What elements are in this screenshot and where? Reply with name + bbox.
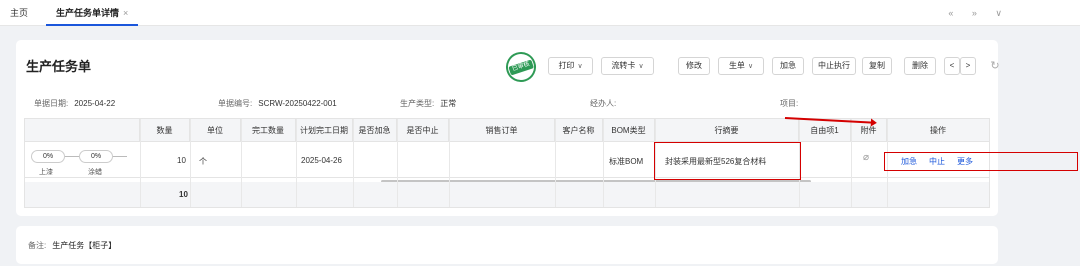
column-divider	[241, 119, 242, 207]
attachment-icon[interactable]: ⌀	[863, 152, 869, 163]
info-type: 生产类型: 正常	[400, 98, 456, 109]
header-qty: 数量	[140, 119, 190, 142]
chevron-down-icon: ∨	[638, 63, 644, 70]
column-divider	[190, 119, 191, 207]
tab-bar: 主页 生产任务单详情 × « » ∨	[0, 0, 1080, 26]
detail-table: 数量 单位 完工数量 计划完工日期 是否加急 是否中止 销售订单 客户名称 BO…	[24, 118, 990, 208]
chevron-down-icon: ∨	[577, 63, 583, 70]
cell-unit: 个	[199, 157, 207, 166]
header-actions: 操作	[930, 126, 946, 135]
header-urgent: 是否加急	[353, 119, 397, 142]
remark: 备注: 生产任务【柜子】	[28, 240, 116, 251]
stop-exec-button[interactable]: 中止执行	[812, 57, 856, 75]
info-project: 项目:	[780, 98, 804, 109]
close-icon[interactable]: ×	[123, 8, 128, 18]
actions-highlight-box: 加急 中止 更多	[884, 152, 1078, 171]
header-bom-type: BOM类型	[603, 119, 655, 142]
summary-highlight-box	[654, 142, 801, 180]
progress-label-1: 上漆	[39, 169, 53, 176]
info-number: 单据编号: SCRW-20250422-001	[218, 98, 337, 109]
row-urgent-link[interactable]: 加急	[901, 156, 917, 167]
header-sales-order: 销售订单	[449, 119, 555, 142]
date-label: 单据日期:	[34, 99, 69, 108]
generate-label: 生单	[728, 61, 745, 70]
prev-button[interactable]: <	[944, 57, 960, 75]
scroll-left-icon[interactable]: «	[948, 8, 953, 18]
row-stop-link[interactable]: 中止	[929, 156, 945, 167]
header-stopped: 是否中止	[397, 119, 449, 142]
table-footer: 10	[25, 182, 989, 207]
handler-label: 经办人:	[590, 99, 617, 108]
header-unit: 单位	[190, 119, 241, 142]
chevron-down-icon[interactable]: ∨	[995, 8, 1002, 18]
progress-label-2: 涂蜡	[88, 169, 102, 176]
modify-button[interactable]: 修改	[678, 57, 710, 75]
flow-card-label: 流转卡	[611, 61, 636, 70]
column-divider	[449, 119, 450, 207]
print-label: 打印	[558, 61, 575, 70]
refresh-icon[interactable]: ↻	[988, 57, 1002, 75]
header-done-qty: 完工数量	[241, 119, 296, 142]
progress-connector	[65, 156, 79, 157]
progress-pill-1[interactable]: 0%	[31, 150, 65, 163]
cell-bom-type: 标准BOM	[609, 157, 644, 166]
chevron-down-icon: ∨	[747, 63, 754, 70]
project-label: 项目:	[780, 99, 799, 108]
number-label: 单据编号:	[218, 99, 253, 108]
number-value: SCRW-20250422-001	[258, 99, 337, 108]
header-plan-date: 计划完工日期	[296, 119, 353, 142]
cell-plan-date: 2025-04-26	[301, 156, 342, 165]
info-date: 单据日期: 2025-04-22	[34, 98, 115, 109]
tab-label: 生产任务单详情	[56, 8, 120, 18]
header-summary: 行摘要	[655, 119, 799, 142]
row-more-link[interactable]: 更多	[957, 156, 973, 167]
delete-button[interactable]: 删除	[904, 57, 936, 75]
column-divider	[555, 119, 556, 207]
table-header: 数量 单位 完工数量 计划完工日期 是否加急 是否中止 销售订单 客户名称 BO…	[25, 119, 989, 142]
info-handler: 经办人:	[590, 98, 622, 109]
tab-home[interactable]: 主页	[10, 0, 28, 26]
remark-label: 备注:	[28, 241, 47, 250]
header-free-item: 自由项1	[799, 119, 851, 142]
cell-qty: 10	[177, 156, 186, 165]
date-value: 2025-04-22	[74, 99, 116, 108]
page-title: 生产任务单	[26, 59, 92, 74]
column-divider	[296, 119, 297, 207]
column-divider	[397, 119, 398, 207]
progress-pill-2[interactable]: 0%	[79, 150, 113, 163]
urgent-button[interactable]: 加急	[772, 57, 804, 75]
column-divider	[603, 119, 604, 207]
column-divider	[140, 119, 141, 207]
tab-production-task-detail[interactable]: 生产任务单详情 ×	[46, 0, 139, 26]
table-row[interactable]: 0% 0% 上漆 涂蜡 10 个 2025-04-26 标准BOM 封装采用最新…	[25, 142, 989, 178]
copy-button[interactable]: 复制	[862, 57, 892, 75]
header-customer: 客户名称	[555, 119, 603, 142]
remark-value: 生产任务【柜子】	[52, 241, 117, 250]
footer-total-qty: 10	[179, 190, 188, 199]
column-divider	[353, 119, 354, 207]
main-card: 生产任务单 已审核 打印 ∨ 流转卡 ∨ 修改 生单 ∨ 加急 中止执行 复制 删除 …	[16, 40, 1000, 216]
approved-stamp: 已审核	[502, 48, 540, 86]
stamp-text: 已审核	[508, 59, 534, 76]
progress-connector	[113, 156, 127, 157]
tab-tools: « » ∨	[932, 0, 1002, 26]
next-button[interactable]: >	[960, 57, 976, 75]
remark-card: 备注: 生产任务【柜子】	[16, 226, 998, 264]
scroll-right-icon[interactable]: »	[972, 8, 977, 18]
type-label: 生产类型:	[400, 99, 435, 108]
column-divider	[851, 119, 852, 207]
flow-card-button[interactable]: 流转卡 ∨	[601, 57, 654, 75]
generate-button[interactable]: 生单 ∨	[718, 57, 764, 75]
type-value: 正常	[440, 99, 457, 108]
header-progress	[25, 119, 140, 142]
print-button[interactable]: 打印 ∨	[548, 57, 593, 75]
